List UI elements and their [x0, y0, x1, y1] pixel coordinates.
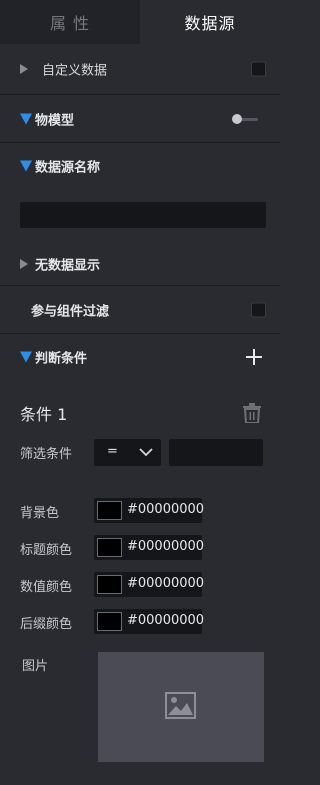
filter-condition-label: 筛选条件: [20, 447, 73, 462]
caret-down-icon[interactable]: [20, 160, 32, 172]
value-color-label: 数值颜色: [20, 580, 73, 595]
operator-value: =: [107, 444, 118, 459]
no-data-display-row[interactable]: 无数据显示: [0, 242, 280, 286]
chevron-down-icon: [139, 448, 153, 457]
suffix-color-label: 后缀颜色: [20, 617, 73, 632]
tab-datasource[interactable]: 数据源: [140, 0, 280, 44]
trash-icon[interactable]: [243, 403, 261, 423]
background-color-label: 背景色: [20, 506, 60, 521]
color-value: #00000000: [127, 576, 205, 591]
caret-right-icon[interactable]: [20, 258, 28, 269]
caret-down-icon[interactable]: [20, 351, 32, 363]
color-swatch[interactable]: [97, 612, 122, 631]
background-color-picker[interactable]: #00000000: [94, 498, 205, 523]
operator-select[interactable]: =: [94, 439, 161, 466]
title-color-picker[interactable]: #00000000: [94, 535, 205, 560]
caret-down-icon[interactable]: [20, 113, 32, 124]
custom-data-checkbox[interactable]: [251, 61, 266, 77]
color-value: #00000000: [127, 539, 205, 554]
plus-icon[interactable]: [246, 349, 262, 365]
suffix-color-picker[interactable]: #00000000: [94, 609, 205, 634]
image-upload[interactable]: [98, 652, 264, 762]
image-icon: [165, 692, 196, 719]
color-value: #00000000: [127, 613, 205, 628]
custom-data-row[interactable]: 自定义数据: [0, 44, 280, 95]
datasource-name-row[interactable]: 数据源名称: [0, 143, 280, 189]
color-swatch[interactable]: [97, 538, 122, 557]
join-filter-checkbox[interactable]: [251, 302, 266, 317]
color-value: #00000000: [127, 502, 205, 517]
no-data-display-label: 无数据显示: [35, 258, 101, 273]
filter-value-input[interactable]: [169, 439, 263, 466]
color-swatch[interactable]: [97, 575, 122, 594]
custom-data-label: 自定义数据: [42, 63, 108, 79]
color-swatch[interactable]: [97, 501, 122, 520]
title-color-label: 标题颜色: [20, 543, 73, 558]
judge-conditions-row[interactable]: 判断条件: [0, 334, 280, 380]
image-label: 图片: [22, 659, 49, 674]
datasource-name-label: 数据源名称: [35, 160, 101, 176]
join-filter-label: 参与组件过滤: [31, 304, 110, 319]
datasource-name-input[interactable]: [20, 202, 266, 228]
thing-model-row[interactable]: 物模型: [0, 95, 280, 143]
toggle-knob: [232, 113, 242, 124]
value-color-picker[interactable]: #00000000: [94, 572, 205, 597]
tab-properties[interactable]: 属 性: [0, 0, 140, 44]
thing-model-toggle[interactable]: [232, 113, 258, 124]
tab-bar: 属 性 数据源: [0, 0, 280, 44]
thing-model-label: 物模型: [35, 113, 75, 128]
condition-title: 条件 1: [20, 405, 68, 424]
caret-right-icon[interactable]: [20, 64, 28, 74]
judge-conditions-label: 判断条件: [35, 351, 88, 367]
join-filter-row: 参与组件过滤: [0, 286, 280, 334]
